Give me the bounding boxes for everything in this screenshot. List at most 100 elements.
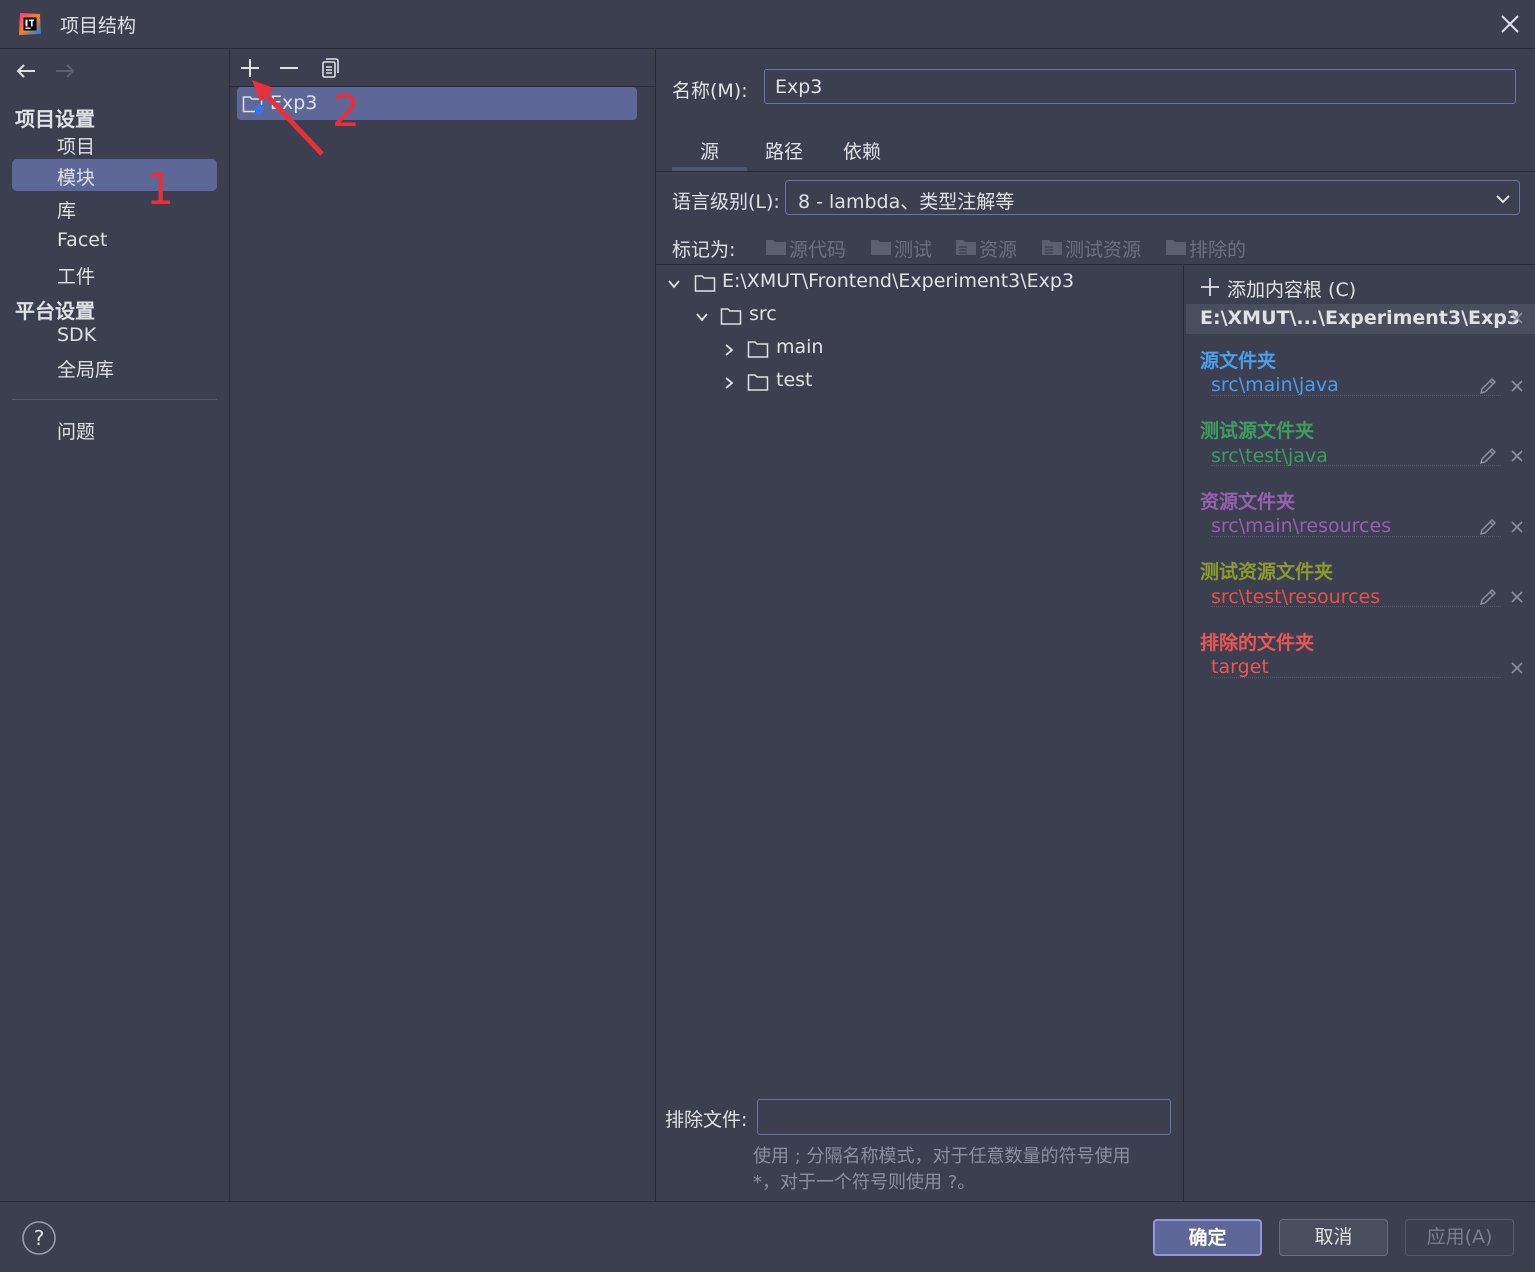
resource-folders-title: 资源文件夹: [1200, 491, 1296, 513]
window-title: 项目结构: [60, 15, 137, 37]
red-arrow-annotation: [250, 78, 330, 158]
exclude-hint-line1: 使用 ; 分隔名称模式，对于任意数量的符号使用: [753, 1146, 1131, 1167]
svg-text:?: ?: [34, 1226, 45, 1250]
sidebar-item-label: 项目: [57, 136, 96, 158]
sidebar-item-project[interactable]: 项目: [12, 128, 217, 160]
mark-as-label-text: 测试资源: [1065, 239, 1142, 261]
tree-node-label: src: [749, 303, 777, 325]
chevron-down-icon: [1494, 190, 1512, 208]
question-icon[interactable]: ?: [21, 1220, 57, 1256]
copy-icon[interactable]: [317, 56, 341, 80]
tab-label: 源: [699, 141, 719, 163]
close-icon[interactable]: [1510, 449, 1524, 463]
mark-as-label-text: 测试: [894, 239, 933, 261]
tree-node-root[interactable]: E:\XMUT\Frontend\Experiment3\Exp3: [664, 269, 1164, 299]
pencil-icon[interactable]: [1478, 587, 1498, 607]
arrow-left-icon[interactable]: [14, 60, 38, 82]
apply-button[interactable]: 应用(A): [1405, 1219, 1514, 1256]
resources-folder-icon: [956, 240, 976, 255]
arrow-right-icon: [53, 60, 77, 82]
close-icon[interactable]: [1510, 590, 1524, 604]
tabs-divider: [656, 171, 1535, 172]
tree-node-test[interactable]: test: [719, 368, 1119, 398]
chevron-right-icon: [725, 344, 734, 356]
mark-as-label-text: 资源: [979, 239, 1018, 261]
close-icon[interactable]: [1510, 661, 1524, 675]
sidebar-item-label: 库: [57, 200, 77, 222]
folder-icon: [747, 341, 769, 358]
content-roots-panel: [1184, 264, 1535, 1202]
sidebar-item-global-libraries[interactable]: 全局库: [12, 351, 217, 383]
chevron-down-icon: [668, 280, 680, 289]
sidebar-item-artifacts[interactable]: 工件: [12, 258, 217, 290]
plus-icon[interactable]: [238, 56, 262, 80]
tree-node-label: E:\XMUT\Frontend\Experiment3\Exp3: [722, 270, 1075, 292]
excluded-folder-path: target: [1211, 656, 1269, 678]
tab-label: 依赖: [842, 141, 881, 163]
cancel-button[interactable]: 取消: [1279, 1219, 1388, 1256]
module-list-panel: [230, 49, 656, 1201]
ok-button[interactable]: 确定: [1153, 1219, 1262, 1256]
mark-as-label-text: 源代码: [789, 239, 847, 261]
chevron-down-icon: [696, 313, 708, 322]
pencil-icon[interactable]: [1478, 376, 1498, 396]
sidebar-item-label: 工件: [57, 266, 96, 288]
sidebar-item-label: 问题: [57, 421, 96, 443]
close-icon[interactable]: [1510, 311, 1524, 325]
resource-folder-path: src\main\resources: [1211, 515, 1392, 537]
chevron-right-icon: [725, 377, 734, 389]
sidebar-item-sdk[interactable]: SDK: [12, 320, 217, 352]
excluded-folders-title: 排除的文件夹: [1200, 632, 1315, 654]
pencil-icon[interactable]: [1478, 446, 1498, 466]
language-level-value: 8 - lambda、类型注解等: [798, 191, 1015, 213]
title-bar: [0, 0, 1535, 49]
tab-sources[interactable]: 源: [672, 137, 747, 171]
exclude-hint-line2: *，对于一个符号则使用 ?。: [753, 1172, 976, 1193]
pencil-icon[interactable]: [1478, 517, 1498, 537]
content-root-path: E:\XMUT\...\Experiment3\Exp3: [1200, 307, 1521, 329]
close-icon[interactable]: [1496, 10, 1524, 38]
plus-icon[interactable]: [1200, 277, 1220, 297]
test-source-folders-title: 测试源文件夹: [1200, 420, 1315, 442]
tree-node-src[interactable]: src: [692, 302, 1092, 332]
sidebar-item-facets[interactable]: Facet: [12, 225, 217, 257]
test-resources-folder-icon: [1042, 240, 1062, 255]
tab-paths[interactable]: 路径: [752, 137, 816, 171]
folder-icon: [747, 374, 769, 391]
annotation-number-1: 1: [146, 164, 174, 215]
test-resource-folder-path: src\test\resources: [1211, 586, 1381, 608]
sidebar-divider: [12, 399, 217, 400]
sidebar-item-label: Facet: [57, 229, 108, 251]
sidebar-item-problems[interactable]: 问题: [12, 413, 217, 445]
language-level-label: 语言级别(L):: [672, 191, 780, 213]
folder-icon: [1166, 240, 1186, 255]
source-folder-path: src\main\java: [1211, 374, 1339, 396]
tree-node-label: test: [776, 369, 813, 391]
close-icon[interactable]: [1510, 520, 1524, 534]
sidebar-item-libraries[interactable]: 库: [12, 192, 217, 224]
test-resource-folders-title: 测试资源文件夹: [1200, 561, 1334, 583]
tree-node-label: main: [776, 336, 824, 358]
mark-as-label-text: 排除的: [1189, 239, 1247, 261]
folder-icon: [694, 275, 716, 292]
tab-dependencies[interactable]: 依赖: [830, 137, 894, 171]
name-label: 名称(M):: [672, 80, 748, 102]
exclude-files-label: 排除文件:: [665, 1109, 748, 1131]
active-tab-indicator: [672, 167, 747, 171]
close-icon[interactable]: [1510, 379, 1524, 393]
mark-as-label: 标记为:: [672, 239, 736, 261]
sidebar-item-label: SDK: [57, 324, 97, 346]
sidebar-item-modules[interactable]: 模块: [12, 159, 217, 191]
sidebar-item-label: 模块: [57, 167, 96, 189]
exclude-files-input[interactable]: [757, 1099, 1171, 1135]
source-folders-title: 源文件夹: [1200, 350, 1277, 372]
tree-node-main[interactable]: main: [719, 335, 1119, 365]
sidebar-item-label: 全局库: [57, 359, 115, 381]
annotation-number-2: 2: [332, 86, 360, 137]
folder-icon: [871, 240, 891, 255]
add-content-root-button[interactable]: 添加内容根 (C): [1227, 275, 1356, 302]
minus-icon[interactable]: [277, 56, 301, 80]
module-name-input[interactable]: [764, 69, 1516, 104]
tab-label: 路径: [764, 141, 803, 163]
folder-icon: [720, 308, 742, 325]
